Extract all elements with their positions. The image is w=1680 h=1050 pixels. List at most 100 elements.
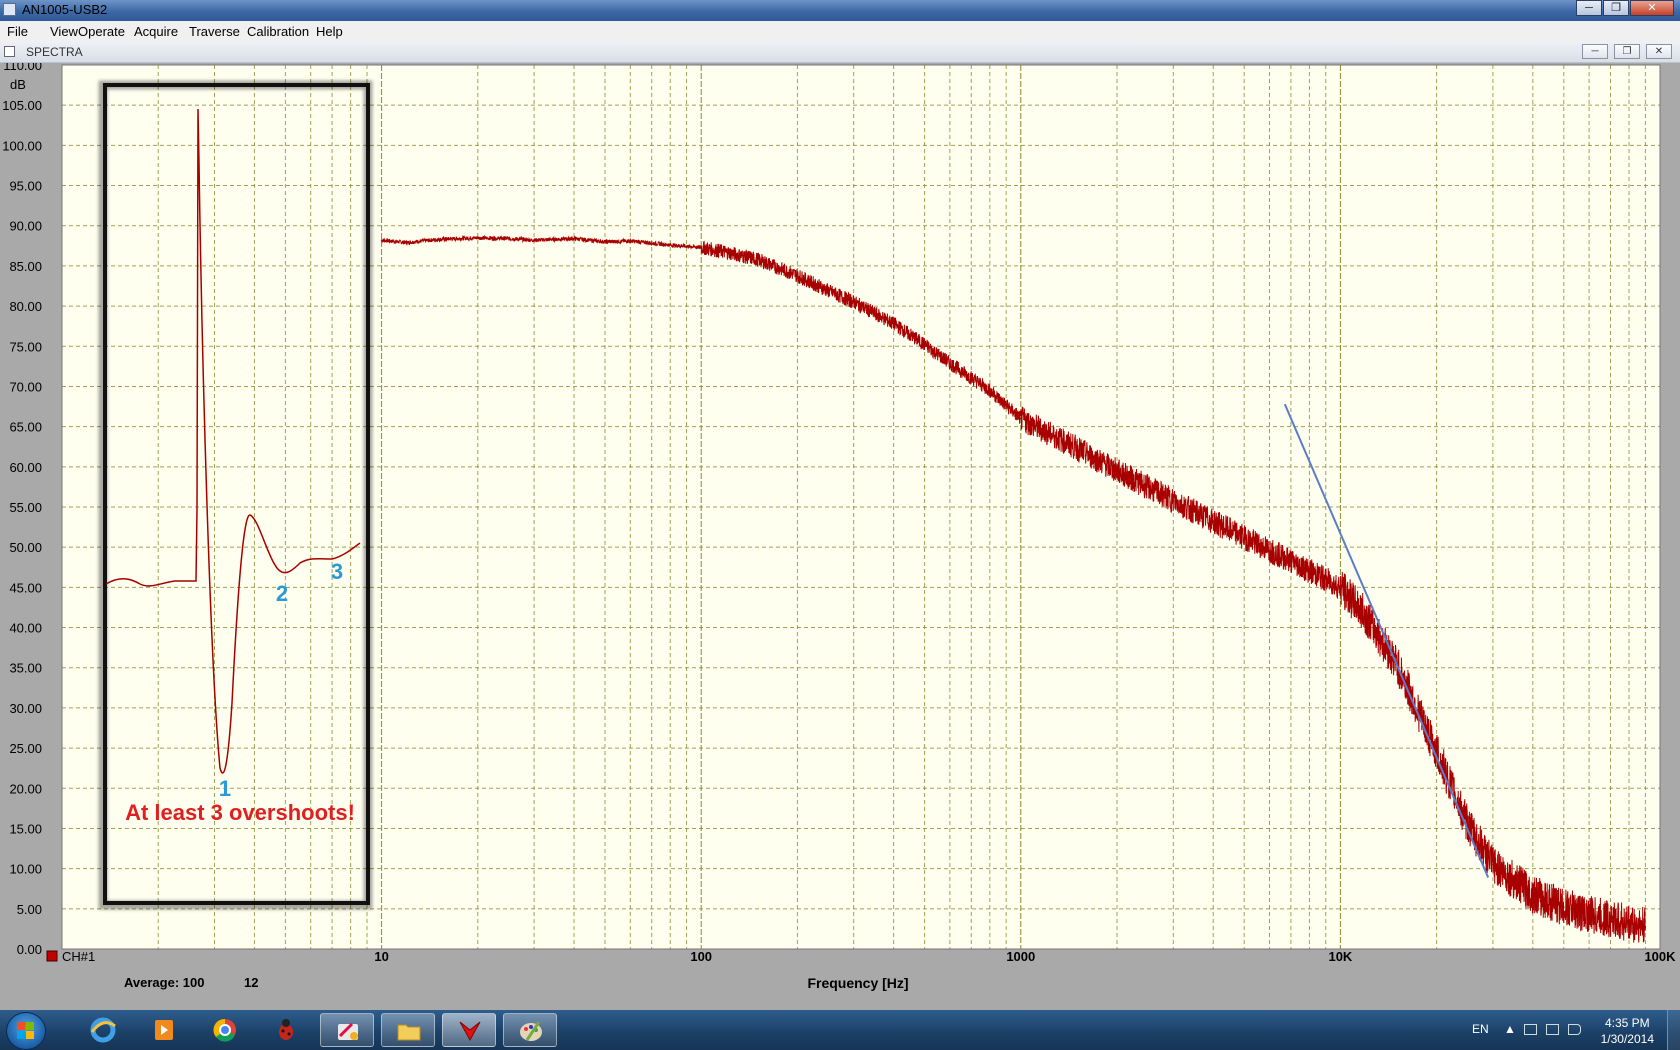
y-tick-label: 20.00 [9,781,42,796]
data-point [1628,922,1630,925]
y-tick-label: 70.00 [9,379,42,394]
menu-calibration[interactable]: Calibration [247,24,309,39]
start-button[interactable] [6,1012,46,1050]
menu-file[interactable]: File [7,24,28,39]
clock[interactable]: 4:35 PM 1/30/2014 [1601,1015,1654,1047]
x-tick-label: 10K [1328,949,1352,964]
data-point [1435,751,1438,753]
data-point [1532,893,1534,896]
data-point [700,246,702,249]
x-axis-ticks: 10 100 1000 10K 100K [374,949,1676,964]
y-tick-label: 90.00 [9,219,42,234]
data-point [629,240,632,242]
data-point [1076,447,1078,450]
child-window-titlebar[interactable]: SPECTRA ─ ❐ ✕ [0,42,1680,63]
data-point [1609,918,1612,921]
data-point [1020,417,1022,420]
window-title: AN1005-USB2 [22,2,108,17]
y-axis-label: dB [10,77,26,92]
overshoot-marker-1: 1 [219,776,231,801]
y-tick-label: 45.00 [9,580,42,595]
y-axis-ticks: 0.00 5.00 10.00 15.00 20.00 25.00 30.00 35.00 40… [2,63,42,957]
data-point [1588,913,1590,916]
child-close-button[interactable]: ✕ [1646,44,1672,59]
data-point [533,239,535,241]
y-tick-label: 105.00 [2,98,42,113]
y-tick-label: 60.00 [9,460,42,475]
y-tick-label: 10.00 [9,862,42,877]
menu-bar: File View Operate Acquire Traverse Calib… [0,21,1680,43]
menu-traverse[interactable]: Traverse [189,24,240,39]
window-titlebar[interactable]: AN1005-USB2 ─ ❐ ✕ [0,0,1680,21]
y-tick-label: 15.00 [9,821,42,836]
spectrum-chart[interactable]: 0.00 5.00 10.00 15.00 20.00 25.00 30.00 35.00 40… [0,63,1680,1010]
chrome-icon[interactable] [198,1013,252,1047]
average-extra: 12 [244,975,258,990]
data-point [1466,823,1469,826]
bug-app-icon[interactable] [259,1013,313,1047]
child-window-title: SPECTRA [26,45,83,59]
tools-app-icon[interactable] [320,1013,374,1047]
data-point [380,239,383,241]
paint-icon[interactable] [503,1013,557,1047]
y-tick-label: 65.00 [9,420,42,435]
data-point [477,236,479,239]
analyzer-app-icon[interactable] [442,1013,496,1047]
data-point [756,258,759,261]
data-point [1339,586,1342,589]
average-label: Average: 100 [124,975,204,990]
x-tick-label: 100 [690,949,712,964]
data-point [923,343,926,346]
y-tick-label: 30.00 [9,701,42,716]
y-tick-label: 0.00 [17,942,42,957]
data-point [1492,863,1494,866]
volume-icon[interactable] [1568,1024,1581,1035]
child-restore-button[interactable]: ❐ [1614,44,1640,59]
app-icon [3,3,16,16]
menu-acquire[interactable]: Acquire [134,24,178,39]
internet-explorer-icon[interactable] [76,1013,130,1047]
y-tick-label: 95.00 [9,179,42,194]
data-point [989,389,991,392]
language-indicator[interactable]: EN [1472,1022,1489,1036]
show-desktop-button[interactable] [1667,1010,1680,1050]
data-point [949,362,951,364]
channel-color-swatch [46,950,58,962]
y-tick-label: 35.00 [9,661,42,676]
data-point [1290,560,1292,562]
window-controls: ─ ❐ ✕ [1575,0,1674,18]
data-point [1644,925,1647,928]
child-minimize-button[interactable]: ─ [1582,44,1608,59]
close-button[interactable]: ✕ [1630,0,1674,16]
data-point [725,251,728,254]
data-point [1562,906,1565,909]
data-point [1172,499,1175,502]
clock-time: 4:35 PM [1604,1016,1650,1030]
maximize-button[interactable]: ❐ [1603,0,1629,16]
windows-taskbar: EN ▲ 4:35 PM 1/30/2014 [0,1010,1680,1050]
clock-date: 1/30/2014 [1600,1032,1654,1046]
minimize-button[interactable]: ─ [1576,0,1602,16]
inset-annotation: At least 3 overshoots! [125,800,355,825]
media-player-icon[interactable] [137,1013,191,1047]
y-tick-label: 5.00 [17,902,42,917]
windows-logo-icon [17,1022,35,1040]
action-center-icon[interactable] [1524,1024,1537,1035]
menu-operate[interactable]: Operate [78,24,125,39]
data-point [437,238,439,241]
data-point [1116,470,1118,472]
file-explorer-icon[interactable] [381,1013,435,1047]
spectra-panel: 0.00 5.00 10.00 15.00 20.00 25.00 30.00 35.00 40… [0,63,1680,1010]
show-hidden-icons-arrow-icon[interactable]: ▲ [1504,1022,1516,1036]
y-tick-label: 55.00 [9,500,42,515]
data-point [604,241,606,243]
menu-view[interactable]: View [50,24,78,39]
data-point [1212,520,1215,523]
network-icon[interactable] [1546,1024,1559,1035]
data-point [892,322,895,325]
x-tick-label: 100K [1644,949,1676,964]
x-axis-label: Frequency [Hz] [807,975,908,991]
y-tick-label: 100.00 [2,138,42,153]
data-point [406,241,408,244]
menu-help[interactable]: Help [316,24,343,39]
